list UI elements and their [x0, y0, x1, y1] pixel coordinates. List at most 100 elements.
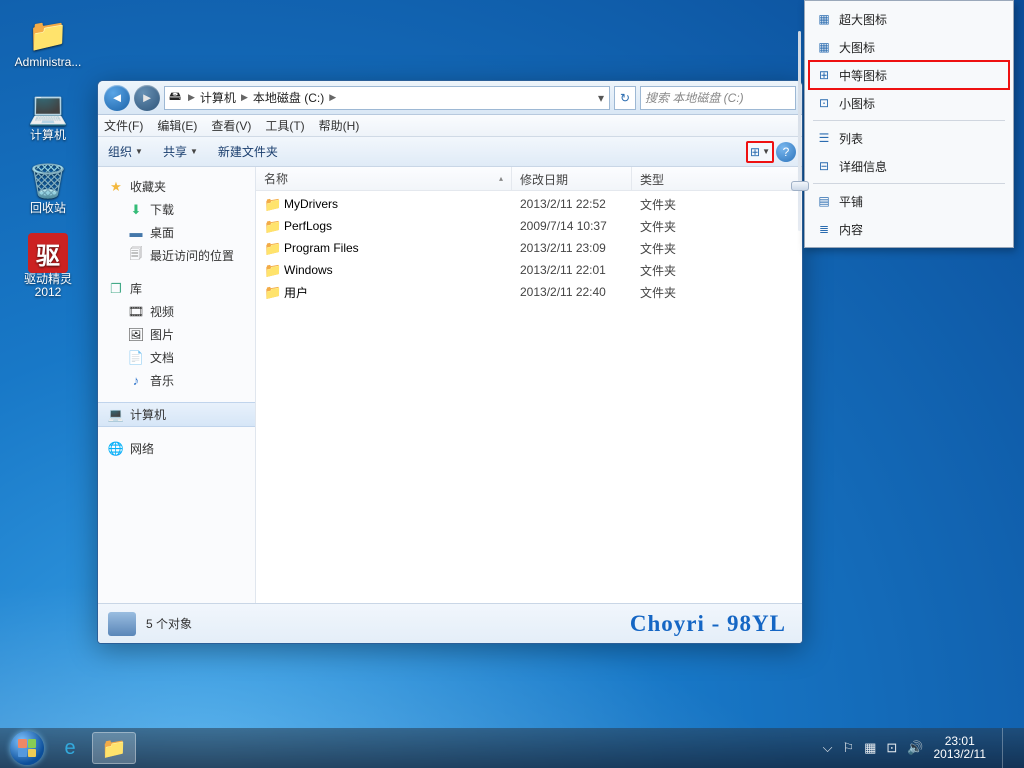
file-type: 文件夹	[640, 284, 676, 301]
sidebar-item-videos[interactable]: 🎞视频	[98, 300, 255, 323]
view-option[interactable]: ▦超大图标	[809, 5, 1009, 33]
forward-button[interactable]: ►	[134, 85, 160, 111]
view-icon: ⊞	[750, 145, 760, 159]
menu-view[interactable]: 查看(V)	[211, 117, 251, 134]
desktop-icons: 📁Administra... 💻计算机 🗑️回收站 驱驱动精灵 2012	[2, 14, 94, 299]
view-option-label: 大图标	[839, 39, 875, 56]
file-name: 用户	[284, 284, 520, 301]
watermark: Choyri - 98YL	[630, 611, 786, 637]
breadcrumb-item[interactable]: 计算机	[198, 89, 238, 106]
desktop-icon-label: 驱动精灵 2012	[22, 273, 74, 299]
column-date[interactable]: 修改日期	[512, 167, 632, 190]
sidebar-libraries[interactable]: ❐库	[98, 277, 255, 300]
clock[interactable]: 23:01 2013/2/11	[934, 735, 987, 761]
share-button[interactable]: 共享▼	[153, 143, 208, 160]
clock-date: 2013/2/11	[934, 748, 987, 761]
trash-icon: 🗑️	[24, 160, 72, 202]
view-option-icon: ☰	[815, 129, 833, 147]
view-option-label: 小图标	[839, 95, 875, 112]
taskbar: e 📁 ⌵ ⚐ ▦ ⊡ 🔊 23:01 2013/2/11	[0, 728, 1024, 768]
desktop-icon-computer[interactable]: 💻计算机	[2, 87, 94, 142]
new-folder-button[interactable]: 新建文件夹	[208, 143, 288, 160]
document-icon: 📄	[128, 350, 144, 366]
show-desktop-button[interactable]	[1002, 728, 1014, 768]
desktop-icon-admin[interactable]: 📁Administra...	[2, 14, 94, 69]
ie-icon: e	[64, 737, 75, 760]
file-name: Windows	[284, 263, 520, 277]
search-input[interactable]: 搜索 本地磁盘 (C:)	[640, 86, 796, 110]
change-view-button[interactable]: ⊞▼	[746, 141, 774, 163]
sidebar-item-pictures[interactable]: 🖼图片	[98, 323, 255, 346]
table-row[interactable]: 📁PerfLogs2009/7/14 10:37文件夹	[256, 215, 802, 237]
picture-icon: 🖼	[128, 327, 144, 343]
table-row[interactable]: 📁用户2013/2/11 22:40文件夹	[256, 281, 802, 303]
network-icon[interactable]: ⊡	[886, 740, 897, 756]
start-button[interactable]	[6, 731, 48, 765]
sidebar-network[interactable]: 🌐网络	[98, 437, 255, 460]
desktop-icon-label: 计算机	[28, 129, 68, 142]
taskbar-explorer[interactable]: 📁	[92, 732, 136, 764]
system-tray: ⌵ ⚐ ▦ ⊡ 🔊 23:01 2013/2/11	[823, 728, 1018, 768]
view-option[interactable]: ▦大图标	[809, 33, 1009, 61]
view-option[interactable]: ⊞中等图标	[809, 61, 1009, 89]
menu-edit[interactable]: 编辑(E)	[157, 117, 197, 134]
table-row[interactable]: 📁Windows2013/2/11 22:01文件夹	[256, 259, 802, 281]
file-list: 名称▴ 修改日期 类型 📁MyDrivers2013/2/11 22:52文件夹…	[256, 167, 802, 603]
folder-icon: 📁	[102, 736, 127, 761]
tray-icon[interactable]: ▦	[864, 740, 876, 756]
table-row[interactable]: 📁Program Files2013/2/11 23:09文件夹	[256, 237, 802, 259]
desktop-icon-recycle[interactable]: 🗑️回收站	[2, 160, 94, 215]
view-option[interactable]: ⊟ 详细信息	[809, 152, 1009, 180]
desktop-icon-label: 回收站	[28, 202, 68, 215]
search-placeholder: 搜索 本地磁盘 (C:)	[645, 89, 744, 106]
breadcrumb-item[interactable]: 本地磁盘 (C:)	[251, 89, 326, 106]
view-option-icon: ▤	[815, 192, 833, 210]
column-headers: 名称▴ 修改日期 类型	[256, 167, 802, 191]
sidebar-item-downloads[interactable]: ⬇下载	[98, 198, 255, 221]
view-option[interactable]: ☰列表	[809, 124, 1009, 152]
view-option-label: 详细信息	[839, 158, 887, 175]
computer-icon: 💻	[108, 407, 124, 423]
sidebar-item-documents[interactable]: 📄文档	[98, 346, 255, 369]
menu-bar: 文件(F) 编辑(E) 查看(V) 工具(T) 帮助(H)	[98, 115, 802, 137]
file-type: 文件夹	[640, 218, 676, 235]
column-type[interactable]: 类型	[632, 167, 802, 190]
sidebar-item-recent[interactable]: 🗐最近访问的位置	[98, 244, 255, 267]
view-option-icon: ⊟	[815, 157, 833, 175]
view-option-label: 平铺	[839, 193, 863, 210]
refresh-button[interactable]: ↻	[614, 86, 636, 110]
organize-button[interactable]: 组织▼	[98, 143, 153, 160]
menu-help[interactable]: 帮助(H)	[319, 117, 360, 134]
sidebar-item-music[interactable]: ♪音乐	[98, 369, 255, 392]
back-button[interactable]: ◄	[104, 85, 130, 111]
column-name[interactable]: 名称▴	[256, 167, 512, 190]
menu-tools[interactable]: 工具(T)	[265, 117, 304, 134]
desktop-icon-driver[interactable]: 驱驱动精灵 2012	[2, 233, 94, 299]
taskbar-ie[interactable]: e	[48, 732, 92, 764]
drive-icon: 🖴	[165, 87, 185, 108]
breadcrumb[interactable]: 🖴 ▶ 计算机 ▶ 本地磁盘 (C:) ▶ ▾	[164, 86, 610, 110]
file-name: MyDrivers	[284, 197, 520, 211]
toolbar: 组织▼ 共享▼ 新建文件夹 ⊞▼ ?	[98, 137, 802, 167]
view-option-icon: ⊡	[815, 94, 833, 112]
view-option[interactable]: ≣内容	[809, 215, 1009, 243]
volume-icon[interactable]: 🔊	[907, 740, 923, 756]
folder-icon: 📁	[264, 218, 284, 235]
action-center-icon[interactable]: ⚐	[842, 740, 854, 756]
view-slider[interactable]	[791, 31, 809, 231]
sidebar-item-desktop[interactable]: ▬桌面	[98, 221, 255, 244]
address-bar: ◄ ► 🖴 ▶ 计算机 ▶ 本地磁盘 (C:) ▶ ▾ ↻ 搜索 本地磁盘 (C…	[98, 81, 802, 115]
file-date: 2013/2/11 23:09	[520, 241, 640, 255]
chevron-right-icon: ▶	[238, 92, 251, 103]
view-option[interactable]: ⊡ 小图标	[809, 89, 1009, 117]
tray-icon[interactable]: ⌵	[823, 740, 833, 756]
menu-file[interactable]: 文件(F)	[104, 117, 143, 134]
chevron-down-icon[interactable]: ▾	[593, 91, 609, 105]
sidebar-computer[interactable]: 💻计算机	[98, 402, 255, 427]
sidebar-favorites[interactable]: ★收藏夹	[98, 175, 255, 198]
table-row[interactable]: 📁MyDrivers2013/2/11 22:52文件夹	[256, 193, 802, 215]
slider-thumb[interactable]	[791, 181, 809, 191]
desktop-icon: ▬	[128, 225, 144, 241]
drive-icon	[108, 612, 136, 636]
view-option[interactable]: ▤ 平铺	[809, 187, 1009, 215]
